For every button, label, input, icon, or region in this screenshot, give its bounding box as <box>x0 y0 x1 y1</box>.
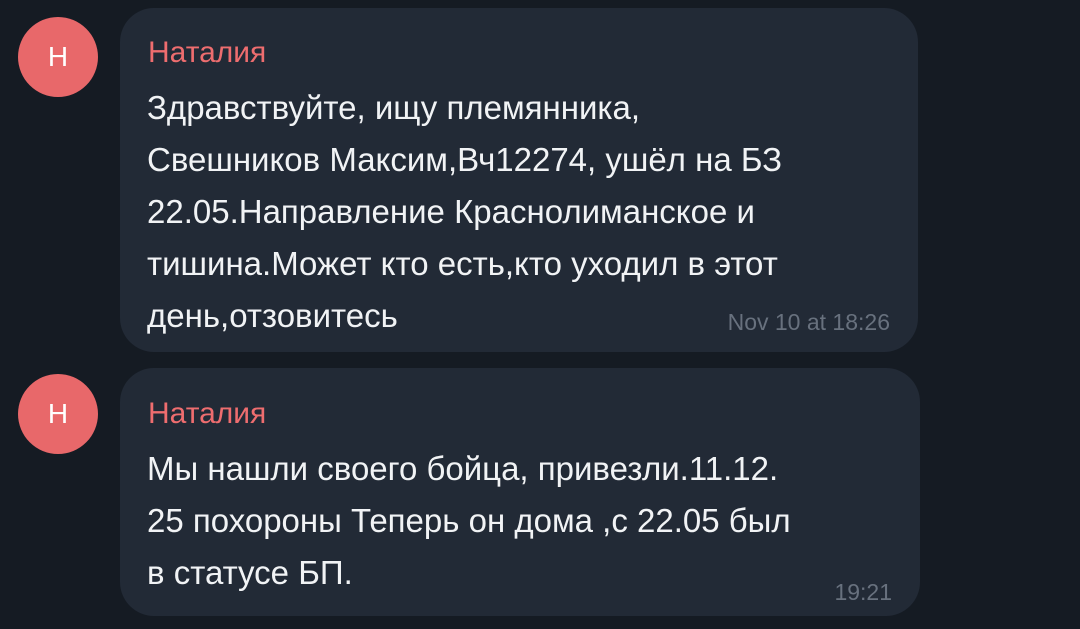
avatar[interactable]: Н <box>18 374 98 454</box>
avatar[interactable]: Н <box>18 17 98 97</box>
message-timestamp: 19:21 <box>834 579 892 605</box>
message-timestamp: Nov 10 at 18:26 <box>727 309 890 335</box>
message-bubble[interactable]: Наталия Здравствуйте, ищу племянника, Св… <box>120 8 918 352</box>
message-row: Н Наталия Здравствуйте, ищу племянника, … <box>0 0 1080 355</box>
message-bubble[interactable]: Наталия Мы нашли своего бойца, привезли.… <box>120 368 920 616</box>
message-text: Мы нашли своего бойца, привезли.11.12. 2… <box>147 450 791 591</box>
sender-name[interactable]: Наталия <box>148 35 266 71</box>
message-text: Здравствуйте, ищу племянника, Свешников … <box>147 89 783 334</box>
message-row: Н Наталия Мы нашли своего бойца, привезл… <box>0 360 1080 629</box>
sender-name[interactable]: Наталия <box>148 396 266 432</box>
